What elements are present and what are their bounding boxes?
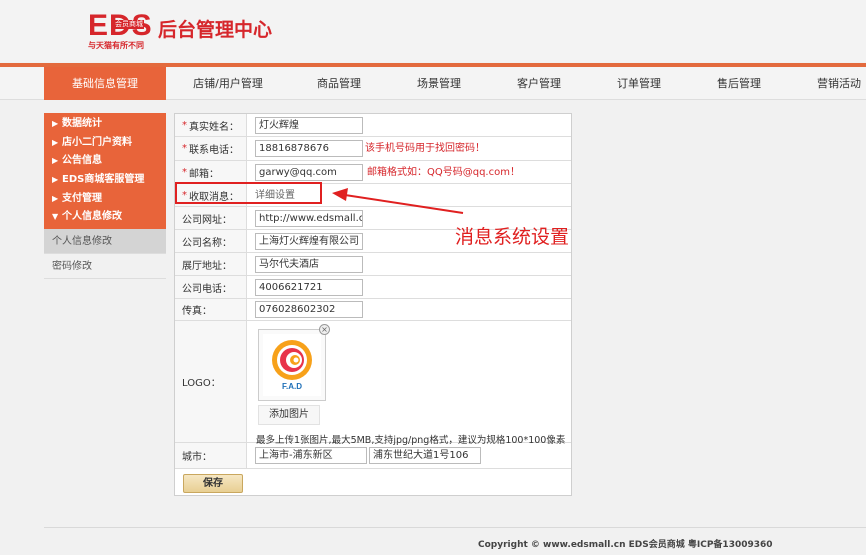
phone-label: * 联系电话： [175, 137, 247, 160]
showroom-address-label: 展厅地址： [175, 253, 247, 275]
main-nav: 基础信息管理 店铺/用户管理 商品管理 场景管理 客户管理 订单管理 售后管理 … [0, 67, 866, 100]
sidebar-subitem-personal-info[interactable]: 个人信息修改 [44, 229, 166, 255]
logo-slogan: 与天猫有所不同 [88, 41, 144, 50]
form-row-real-name: * 真实姓名： 灯火辉煌 [175, 114, 571, 137]
footer-divider [44, 527, 866, 528]
personal-info-form: * 真实姓名： 灯火辉煌 * 联系电话： 18816878676 该手机号码用于找回… [174, 113, 572, 496]
city-label: 城市： [175, 443, 247, 468]
arrow-right-icon: ▶ [52, 137, 59, 147]
arrow-down-icon: ▼ [52, 212, 59, 222]
remove-image-icon[interactable]: × [319, 324, 330, 335]
arrow-right-icon: ▶ [52, 193, 59, 203]
street-address-input[interactable]: 浦东世纪大道1号106 [369, 447, 481, 464]
label-text: 联系电话： [189, 145, 239, 156]
email-input[interactable]: garwy@qq.com [255, 164, 363, 181]
company-name-label: 公司名称： [175, 230, 247, 252]
sidebar-item-label: 支付管理 [62, 192, 102, 204]
arrow-right-icon: ▶ [52, 119, 59, 128]
logo-cn-text: 会员商城 [114, 20, 144, 29]
arrow-right-icon: ▶ [52, 175, 59, 185]
company-phone-label: 公司电话： [175, 276, 247, 298]
nav-scenes[interactable]: 场景管理 [398, 67, 480, 100]
form-row-logo: LOGO： F.A.D × 添加图片 最多上传1张图片,最大5MB,支持jpg/… [175, 321, 571, 446]
label-text: 邮箱： [189, 168, 219, 180]
phone-hint: 该手机号码用于找回密码！ [365, 143, 485, 154]
city-district-input[interactable]: 上海市-浦东新区 [255, 447, 367, 464]
website-input[interactable]: http://www.edsmall.cn [255, 210, 363, 227]
swirl-logo-icon: F.A.D [272, 340, 312, 391]
logo-preview[interactable]: F.A.D [258, 329, 326, 401]
real-name-label: * 真实姓名： [175, 114, 247, 136]
annotation-label: 消息系统设置 [455, 226, 570, 248]
email-hint: 邮箱格式如：QQ号码@qq.com！ [367, 167, 520, 178]
header: EDS 会员商城 与天猫有所不同 后台管理中心 [0, 0, 866, 62]
real-name-input[interactable]: 灯火辉煌 [255, 117, 363, 134]
sidebar-item-announcements[interactable]: ▶ 公告信息 [44, 152, 166, 171]
nav-shop-user[interactable]: 店铺/用户管理 [176, 67, 280, 100]
footer-copyright: Copyright © www.edsmall.cn EDS会员商城 粤ICP备… [478, 540, 773, 550]
sidebar-item-label: 个人信息修改 [62, 211, 122, 223]
sidebar-item-label: 店小二门户资料 [62, 136, 132, 148]
sidebar-subitem-password[interactable]: 密码修改 [44, 254, 166, 280]
required-icon: * [182, 119, 187, 131]
sidebar-item-label: 公告信息 [62, 155, 102, 167]
sidebar-item-stats[interactable]: ▶ 数据统计 [44, 115, 166, 134]
sidebar-item-shop-portal[interactable]: ▶ 店小二门户资料 [44, 134, 166, 153]
required-icon: * [182, 166, 187, 178]
sidebar-menu: ▶ 数据统计 ▶ 店小二门户资料 ▶ 公告信息 ▶ EDS商城客服管理 ▶ 支付管理 ▼ 个… [44, 113, 166, 230]
logo-label: LOGO： [175, 321, 247, 442]
fax-input[interactable]: 076028602302 [255, 301, 363, 318]
form-row-showroom-address: 展厅地址： 马尔代夫酒店 [175, 253, 571, 276]
website-label: 公司网址： [175, 207, 247, 229]
admin-center-title: 后台管理中心 [158, 19, 273, 41]
required-icon: * [182, 143, 187, 154]
sidebar-item-label: EDS商城客服管理 [62, 174, 145, 186]
showroom-address-input[interactable]: 马尔代夫酒店 [255, 256, 363, 273]
form-row-phone: * 联系电话： 18816878676 该手机号码用于找回密码！ [175, 137, 571, 161]
sidebar-item-customer-service[interactable]: ▶ EDS商城客服管理 [44, 171, 166, 190]
add-image-button[interactable]: 添加图片 [258, 405, 320, 425]
phone-input[interactable]: 18816878676 [255, 140, 363, 157]
nav-marketing[interactable]: 营销活动 [798, 67, 866, 100]
nav-products[interactable]: 商品管理 [298, 67, 380, 100]
sidebar-item-label: 数据统计 [62, 118, 102, 129]
sidebar: ▶ 数据统计 ▶ 店小二门户资料 ▶ 公告信息 ▶ EDS商城客服管理 ▶ 支付管理 ▼ 个… [44, 113, 166, 280]
company-name-input[interactable]: 上海灯火辉煌有限公司 [255, 233, 363, 250]
nav-basic-info[interactable]: 基础信息管理 [44, 67, 166, 100]
sidebar-item-payment[interactable]: ▶ 支付管理 [44, 190, 166, 209]
nav-customers[interactable]: 客户管理 [498, 67, 580, 100]
form-row-company-phone: 公司电话： 4006621721 [175, 276, 571, 299]
logo-image-text: F.A.D [282, 382, 302, 391]
arrow-right-icon: ▶ [52, 156, 59, 166]
nav-orders[interactable]: 订单管理 [598, 67, 680, 100]
form-row-email: * 邮箱： garwy@qq.com 邮箱格式如：QQ号码@qq.com！ [175, 161, 571, 184]
label-text: 真实姓名： [189, 121, 239, 133]
site-logo[interactable]: EDS 会员商城 与天猫有所不同 后台管理中心 [88, 10, 272, 52]
form-row-fax: 传真： 076028602302 [175, 299, 571, 321]
company-logo-image: F.A.D [263, 334, 321, 396]
save-button[interactable]: 保存 [183, 474, 243, 493]
annotation-highlight-box [175, 182, 322, 204]
form-row-city: 城市： 上海市-浦东新区 浦东世纪大道1号106 [175, 443, 571, 469]
nav-after-sales[interactable]: 售后管理 [698, 67, 780, 100]
sidebar-item-personal-info[interactable]: ▼ 个人信息修改 [44, 208, 166, 227]
company-phone-input[interactable]: 4006621721 [255, 279, 363, 296]
email-label: * 邮箱： [175, 161, 247, 183]
fax-label: 传真： [175, 299, 247, 320]
